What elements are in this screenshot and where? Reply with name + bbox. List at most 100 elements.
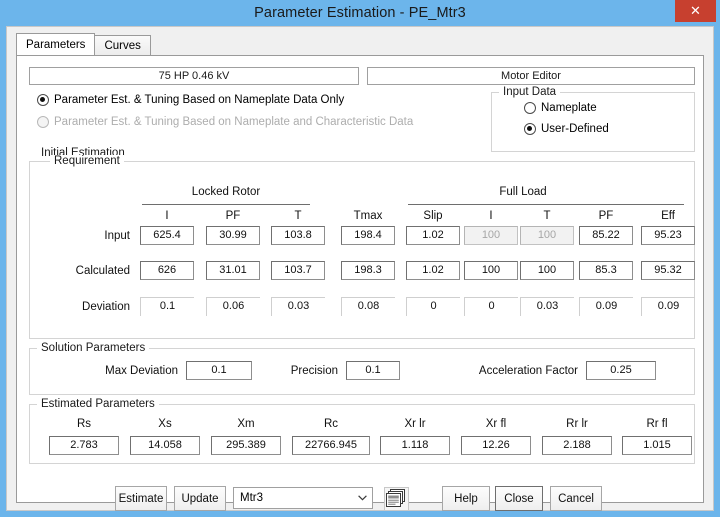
calculated-fl-t: 100 (520, 261, 574, 280)
input-lr-t[interactable]: 103.8 (271, 226, 325, 245)
label-rr-fl: Rr fl (622, 418, 692, 430)
calculated-tmax: 198.3 (341, 261, 395, 280)
dialog-client-area: Parameters Curves 75 HP 0.46 kV Motor Ed… (6, 26, 714, 511)
radio-nameplate-and-characteristic-row: Parameter Est. & Tuning Based on Namepla… (37, 116, 413, 128)
deviation-fl-eff: 0.09 (641, 297, 695, 316)
acceleration-factor-label: Acceleration Factor (438, 365, 578, 377)
radio-nameplate-row[interactable]: Nameplate (524, 102, 597, 114)
input-fl-eff[interactable]: 95.23 (641, 226, 695, 245)
update-button[interactable]: Update (174, 486, 226, 511)
motor-select-value: Mtr3 (234, 492, 352, 504)
input-lr-i[interactable]: 625.4 (140, 226, 194, 245)
radio-nameplate-only-row[interactable]: Parameter Est. & Tuning Based on Namepla… (37, 94, 344, 106)
tab-curves[interactable]: Curves (94, 35, 150, 55)
full-load-rule (408, 204, 684, 205)
motor-editor-bar[interactable]: Motor Editor (367, 67, 695, 85)
dialog-window: Parameter Estimation - PE_Mtr3 ✕ Paramet… (0, 0, 720, 517)
chevron-down-icon[interactable] (352, 493, 372, 503)
radio-user-defined-label: User-Defined (541, 123, 609, 135)
value-xr-fl: 12.26 (461, 436, 531, 455)
estimated-parameters-group: Estimated Parameters Rs Xs Xm Rc Xr lr X… (29, 404, 695, 464)
solution-parameters-legend: Solution Parameters (37, 342, 149, 354)
tab-strip: Parameters Curves (16, 34, 150, 55)
deviation-lr-t: 0.03 (271, 297, 325, 316)
colhead-fl-slip: Slip (406, 210, 460, 222)
estimated-parameters-legend: Estimated Parameters (37, 398, 159, 410)
colhead-lr-i: I (140, 210, 194, 222)
colhead-lr-t: T (271, 210, 325, 222)
colhead-fl-pf: PF (579, 210, 633, 222)
max-deviation-input[interactable]: 0.1 (186, 361, 252, 380)
window-title: Parameter Estimation - PE_Mtr3 (254, 5, 466, 21)
input-fl-t: 100 (520, 226, 574, 245)
input-lr-pf[interactable]: 30.99 (206, 226, 260, 245)
label-xm: Xm (211, 418, 281, 430)
value-rr-fl: 1.015 (622, 436, 692, 455)
radio-nameplate-only-icon[interactable] (37, 94, 49, 106)
locked-rotor-title: Locked Rotor (136, 186, 316, 198)
label-rr-lr: Rr lr (542, 418, 612, 430)
deviation-fl-slip: 0 (406, 297, 460, 316)
precision-input[interactable]: 0.1 (346, 361, 400, 380)
requirement-legend: Requirement (50, 155, 124, 167)
colhead-tmax: Tmax (341, 210, 395, 222)
radio-nameplate-label: Nameplate (541, 102, 597, 114)
value-xr-lr: 1.118 (380, 436, 450, 455)
radio-nameplate-and-characteristic-icon (37, 116, 49, 128)
tab-parameters[interactable]: Parameters (16, 33, 95, 55)
title-bar: Parameter Estimation - PE_Mtr3 ✕ (6, 0, 714, 26)
motor-select-combobox[interactable]: Mtr3 (233, 487, 373, 509)
report-icon[interactable] (384, 487, 409, 511)
close-button[interactable]: Close (495, 486, 543, 511)
radio-nameplate-icon[interactable] (524, 102, 536, 114)
initial-estimation-group: Initial Estimation Requirement Locked Ro… (29, 161, 695, 339)
deviation-fl-i: 0 (464, 297, 518, 316)
solution-parameters-group: Solution Parameters Max Deviation 0.1 Pr… (29, 348, 695, 395)
label-rs: Rs (49, 418, 119, 430)
calculated-lr-i: 626 (140, 261, 194, 280)
label-xs: Xs (130, 418, 200, 430)
radio-nameplate-only-label: Parameter Est. & Tuning Based on Namepla… (54, 94, 344, 106)
calculated-fl-pf: 85.3 (579, 261, 633, 280)
deviation-lr-i: 0.1 (140, 297, 194, 316)
row-label-calculated: Calculated (44, 265, 130, 277)
radio-user-defined-row[interactable]: User-Defined (524, 123, 609, 135)
help-button[interactable]: Help (442, 486, 490, 511)
input-data-legend: Input Data (499, 86, 560, 98)
radio-user-defined-icon[interactable] (524, 123, 536, 135)
value-rr-lr: 2.188 (542, 436, 612, 455)
value-rc: 22766.945 (292, 436, 370, 455)
deviation-fl-t: 0.03 (520, 297, 574, 316)
deviation-lr-pf: 0.06 (206, 297, 260, 316)
full-load-title: Full Load (418, 186, 628, 198)
calculated-fl-i: 100 (464, 261, 518, 280)
calculated-lr-t: 103.7 (271, 261, 325, 280)
colhead-lr-pf: PF (206, 210, 260, 222)
colhead-fl-t: T (520, 210, 574, 222)
input-fl-slip[interactable]: 1.02 (406, 226, 460, 245)
tab-panel-parameters: 75 HP 0.46 kV Motor Editor Parameter Est… (16, 55, 704, 503)
value-xm: 295.389 (211, 436, 281, 455)
acceleration-factor-input[interactable]: 0.25 (586, 361, 656, 380)
calculated-lr-pf: 31.01 (206, 261, 260, 280)
value-rs: 2.783 (49, 436, 119, 455)
cancel-button[interactable]: Cancel (550, 486, 602, 511)
calculated-fl-slip: 1.02 (406, 261, 460, 280)
radio-nameplate-and-characteristic-label: Parameter Est. & Tuning Based on Namepla… (54, 116, 413, 128)
close-window-button[interactable]: ✕ (675, 0, 716, 22)
input-fl-pf[interactable]: 85.22 (579, 226, 633, 245)
row-label-input: Input (54, 230, 130, 242)
deviation-tmax: 0.08 (341, 297, 395, 316)
label-rc: Rc (292, 418, 370, 430)
precision-label: Precision (260, 365, 338, 377)
value-xs: 14.058 (130, 436, 200, 455)
calculated-fl-eff: 95.32 (641, 261, 695, 280)
input-tmax[interactable]: 198.4 (341, 226, 395, 245)
motor-rating-bar: 75 HP 0.46 kV (29, 67, 359, 85)
estimate-button[interactable]: Estimate (115, 486, 167, 511)
colhead-fl-i: I (464, 210, 518, 222)
label-xr-fl: Xr fl (461, 418, 531, 430)
row-label-deviation: Deviation (48, 301, 130, 313)
locked-rotor-rule (142, 204, 310, 205)
max-deviation-label: Max Deviation (70, 365, 178, 377)
